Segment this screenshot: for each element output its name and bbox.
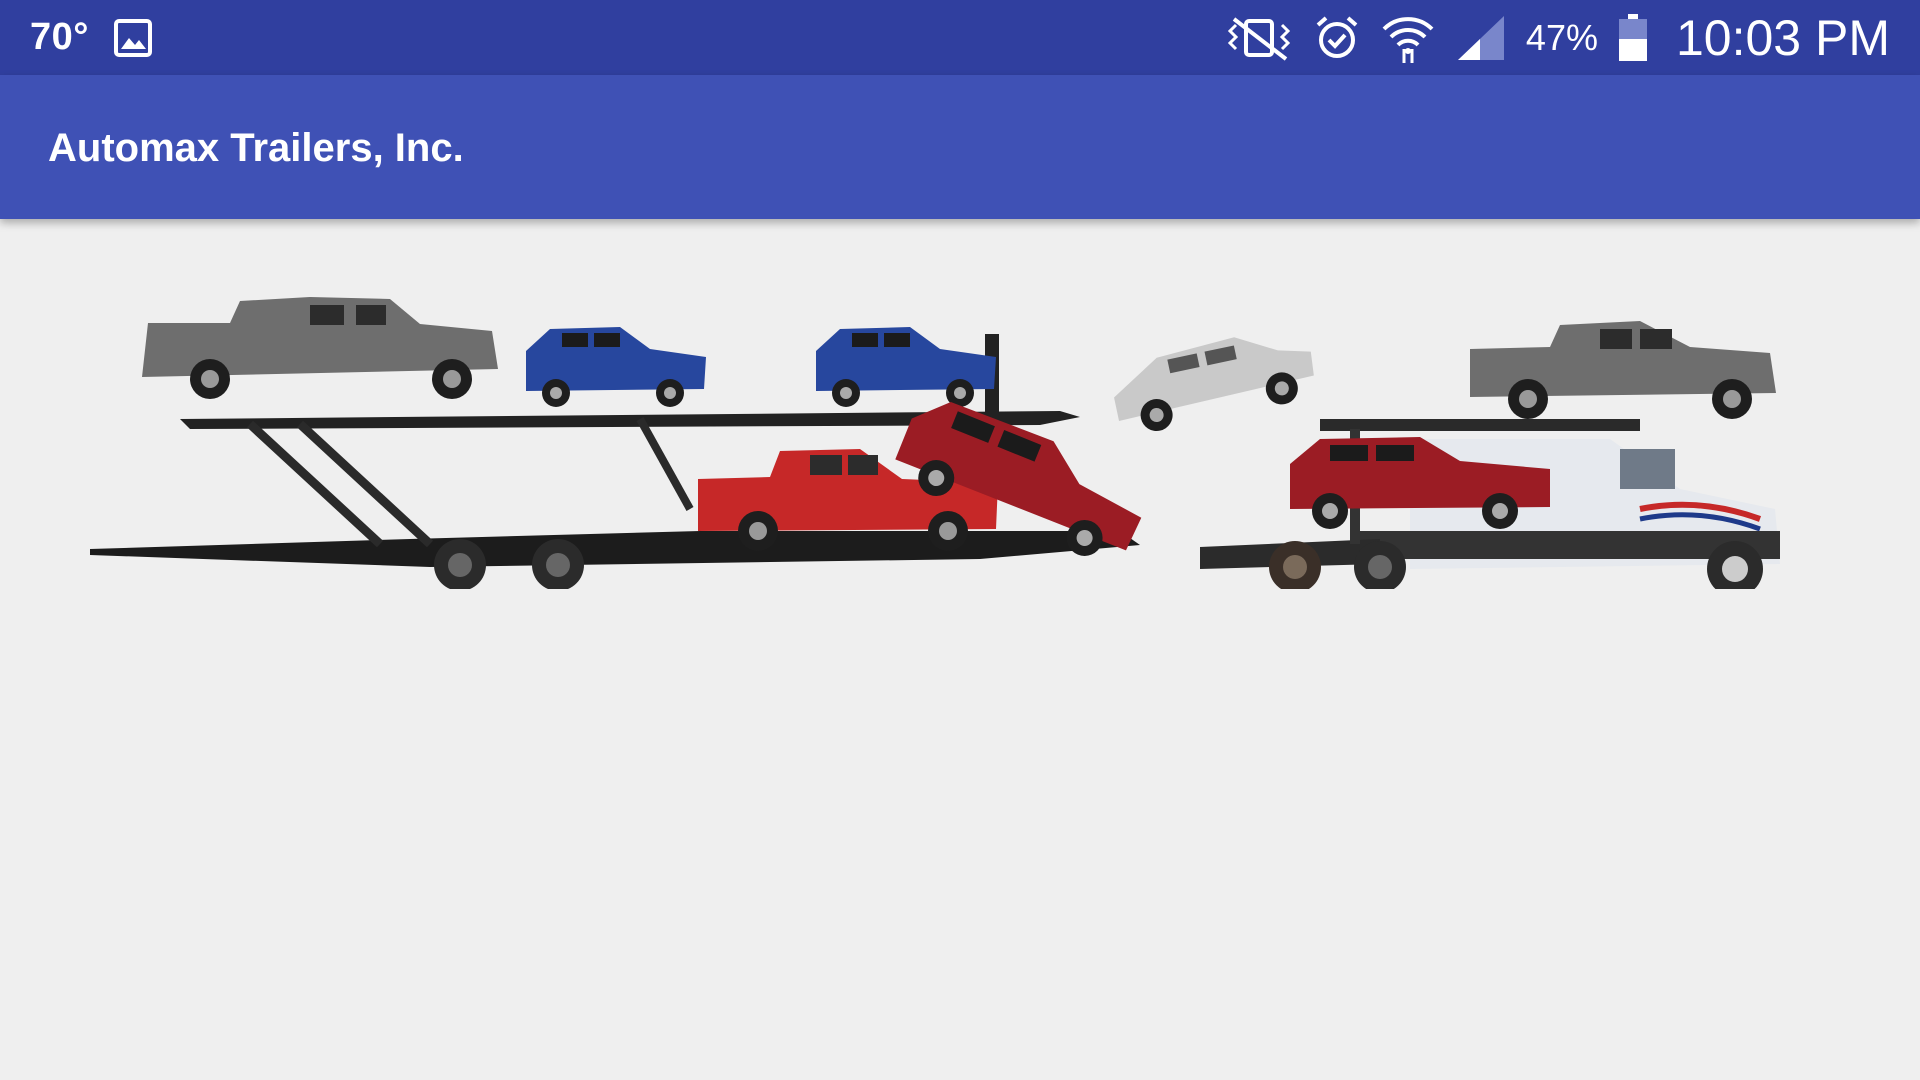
- status-bar: 70° 47% 10:03 PM: [0, 0, 1920, 75]
- status-right: 47% 10:03 PM: [1224, 0, 1890, 75]
- app-bar: Automax Trailers, Inc.: [0, 75, 1920, 219]
- app-title: Automax Trailers, Inc.: [48, 126, 464, 170]
- car-hauler-image: [80, 269, 1820, 589]
- main-content: [0, 219, 1920, 1080]
- temperature-text: 70°: [30, 16, 89, 58]
- status-left: 70°: [30, 0, 153, 75]
- wifi-icon: [1380, 13, 1436, 63]
- signal-icon: [1456, 14, 1506, 62]
- vibrate-icon: [1224, 15, 1294, 61]
- image-notification-icon: [113, 18, 153, 58]
- alarm-icon: [1314, 15, 1360, 61]
- battery-icon: [1618, 13, 1648, 62]
- battery-percent-text: 47%: [1525, 16, 1598, 58]
- clock-text: 10:03 PM: [1675, 9, 1890, 66]
